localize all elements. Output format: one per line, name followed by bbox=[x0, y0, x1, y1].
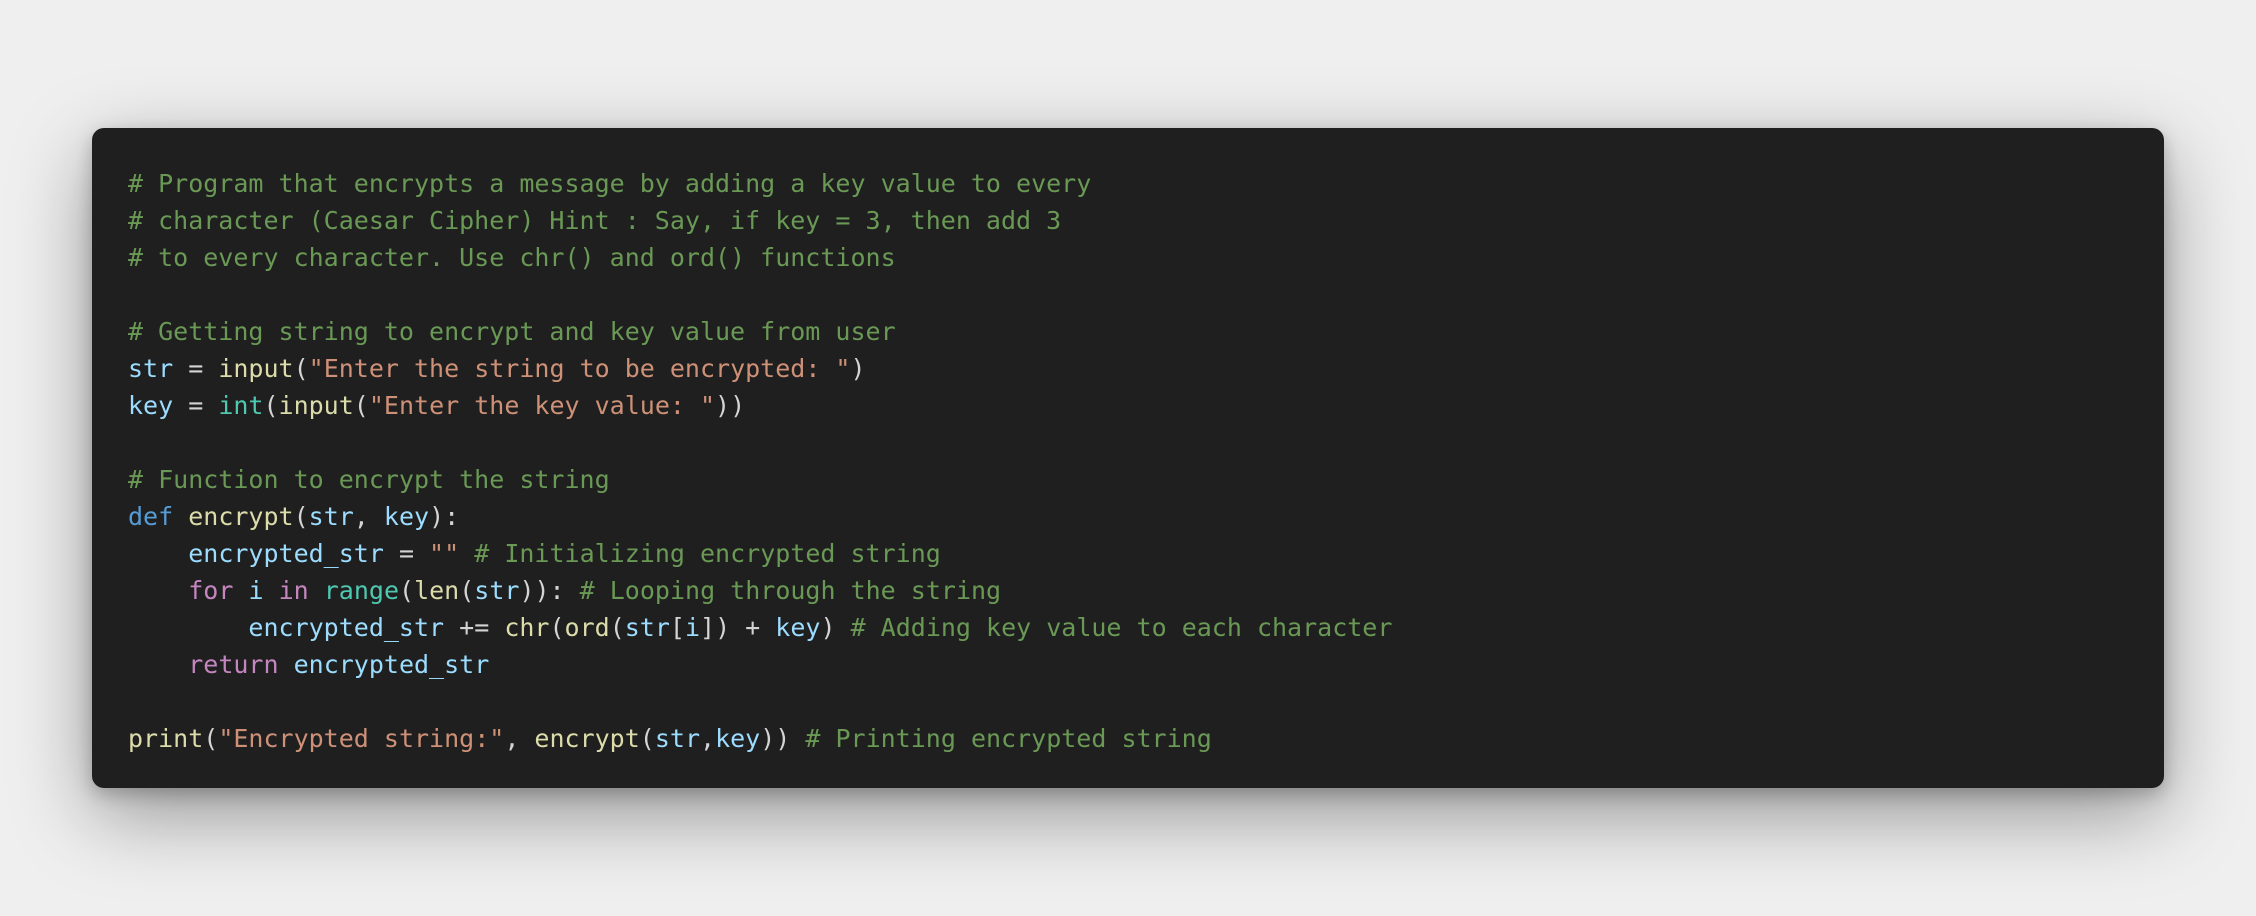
code-token: str bbox=[308, 502, 354, 531]
code-line: return encrypted_str bbox=[128, 646, 2128, 683]
code-line: encrypted_str = "" # Initializing encryp… bbox=[128, 535, 2128, 572]
code-token: encrypt bbox=[534, 724, 640, 753]
code-line: for i in range(len(str)): # Looping thro… bbox=[128, 572, 2128, 609]
code-token: = bbox=[173, 354, 219, 383]
code-token: key bbox=[715, 724, 761, 753]
code-token: , bbox=[353, 502, 384, 531]
code-line: print("Encrypted string:", encrypt(str,k… bbox=[128, 720, 2128, 757]
code-token: "Encrypted string:" bbox=[218, 724, 505, 753]
code-token: ord bbox=[564, 613, 610, 642]
code-token: [ bbox=[669, 613, 685, 642]
code-token: str bbox=[128, 354, 174, 383]
code-token: ( bbox=[459, 576, 475, 605]
code-token: ( bbox=[639, 724, 655, 753]
code-token: str bbox=[654, 724, 700, 753]
code-line: # Function to encrypt the string bbox=[128, 461, 2128, 498]
code-token: for bbox=[188, 576, 234, 605]
code-token: print bbox=[128, 724, 204, 753]
code-token: input bbox=[278, 391, 354, 420]
code-token: ( bbox=[609, 613, 625, 642]
code-token: , bbox=[700, 724, 716, 753]
code-token: # to every character. Use chr() and ord(… bbox=[128, 243, 896, 272]
code-line: key = int(input("Enter the key value: ")… bbox=[128, 387, 2128, 424]
code-token: return bbox=[188, 650, 279, 679]
code-token: str bbox=[474, 576, 520, 605]
code-token: encrypted_str bbox=[293, 650, 490, 679]
code-token: # Program that encrypts a message by add… bbox=[128, 169, 1092, 198]
code-token: "" bbox=[429, 539, 460, 568]
code-token: "Enter the string to be encrypted: " bbox=[308, 354, 851, 383]
code-token: ( bbox=[263, 391, 279, 420]
code-line: encrypted_str += chr(ord(str[i]) + key) … bbox=[128, 609, 2128, 646]
code-token: key bbox=[383, 502, 430, 531]
code-token: ( bbox=[293, 502, 309, 531]
code-line: # to every character. Use chr() and ord(… bbox=[128, 239, 2128, 276]
code-line: def encrypt(str, key): bbox=[128, 498, 2128, 535]
code-token: # character (Caesar Cipher) Hint : Say, … bbox=[128, 206, 1062, 235]
code-token: i bbox=[248, 576, 264, 605]
code-token: )): bbox=[519, 576, 580, 605]
code-token: )) bbox=[715, 391, 746, 420]
code-token: "Enter the key value: " bbox=[368, 391, 716, 420]
code-snippet-card: # Program that encrypts a message by add… bbox=[92, 128, 2164, 788]
code-line: # Program that encrypts a message by add… bbox=[128, 165, 2128, 202]
code-token: input bbox=[218, 354, 294, 383]
code-token: ( bbox=[549, 613, 565, 642]
code-token: += bbox=[444, 613, 505, 642]
code-token: ) bbox=[850, 354, 866, 383]
code-token: , bbox=[504, 724, 535, 753]
code-token: = bbox=[173, 391, 219, 420]
code-token: range bbox=[323, 576, 399, 605]
code-token: = bbox=[383, 539, 430, 568]
code-token: len bbox=[414, 576, 460, 605]
code-token: ): bbox=[429, 502, 460, 531]
code-token: # Initializing encrypted string bbox=[474, 539, 941, 568]
code-block: # Program that encrypts a message by add… bbox=[128, 165, 2128, 757]
code-token: def bbox=[128, 502, 174, 531]
code-token: key bbox=[128, 391, 174, 420]
code-token: # Looping through the string bbox=[579, 576, 1002, 605]
code-token: ( bbox=[293, 354, 309, 383]
code-token: chr bbox=[504, 613, 550, 642]
code-token: )) bbox=[760, 724, 806, 753]
code-token: ) bbox=[820, 613, 851, 642]
code-token: # Function to encrypt the string bbox=[128, 465, 610, 494]
code-line: # character (Caesar Cipher) Hint : Say, … bbox=[128, 202, 2128, 239]
code-token: key bbox=[775, 613, 821, 642]
code-token: # Printing encrypted string bbox=[805, 724, 1212, 753]
code-line: str = input("Enter the string to be encr… bbox=[128, 350, 2128, 387]
code-token: ]) + bbox=[700, 613, 776, 642]
code-token: encrypted_str bbox=[188, 539, 384, 568]
code-token: # Adding key value to each character bbox=[850, 613, 1393, 642]
code-token: # Getting string to encrypt and key valu… bbox=[128, 317, 896, 346]
code-line: # Getting string to encrypt and key valu… bbox=[128, 313, 2128, 350]
code-token: encrypt bbox=[188, 502, 294, 531]
code-token: encrypted_str bbox=[248, 613, 445, 642]
code-token: ( bbox=[353, 391, 369, 420]
code-token: in bbox=[278, 576, 309, 605]
code-token: str bbox=[624, 613, 670, 642]
code-token: ( bbox=[399, 576, 415, 605]
code-token: int bbox=[218, 391, 264, 420]
code-token: ( bbox=[203, 724, 219, 753]
code-token: i bbox=[684, 613, 701, 642]
